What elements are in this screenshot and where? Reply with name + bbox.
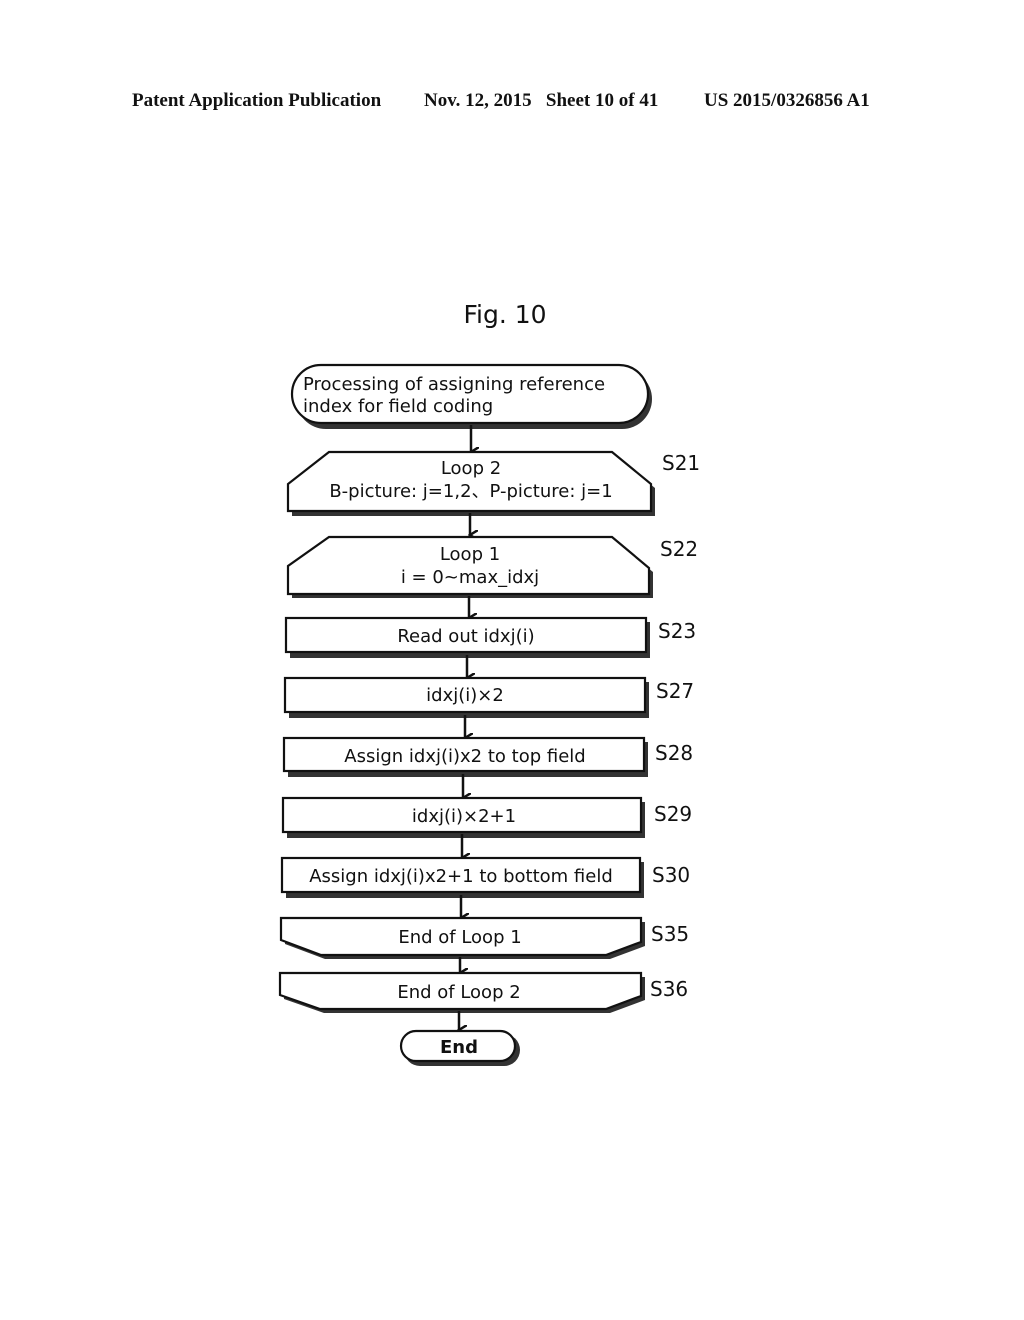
s28-label: S28: [655, 741, 693, 765]
s35-label: S35: [651, 922, 689, 946]
s29-text: idxj(i)×2+1: [412, 806, 516, 827]
s28-text: Assign idxj(i)x2 to top field: [344, 746, 585, 767]
end-terminal: End: [399, 1029, 520, 1066]
s21-text-line2: B-picture: j=1,2、P-picture: j=1: [329, 481, 612, 502]
step-s29: idxj(i)×2+1 S29: [281, 796, 692, 838]
step-s36: End of Loop 2 S36: [278, 971, 688, 1013]
s27-text: idxj(i)×2: [426, 685, 504, 706]
s29-label: S29: [654, 802, 692, 826]
s27-label: S27: [656, 679, 694, 703]
s30-text: Assign idxj(i)x2+1 to bottom field: [309, 866, 613, 887]
start-terminal: Processing of assigning reference index …: [290, 363, 652, 429]
start-text-line2: index for field coding: [303, 396, 493, 417]
s22-text-line1: Loop 1: [440, 544, 500, 565]
step-s23: Read out idxj(i) S23: [284, 616, 696, 658]
s21-text-line1: Loop 2: [441, 458, 501, 479]
step-s35: End of Loop 1 S35: [279, 916, 689, 959]
step-s21: Loop 2 B-picture: j=1,2、P-picture: j=1 S…: [286, 450, 700, 516]
step-s30: Assign idxj(i)x2+1 to bottom field S30: [280, 856, 690, 898]
step-s22: Loop 1 i = 0~max_idxj S22: [286, 535, 698, 598]
step-s28: Assign idxj(i)x2 to top field S28: [282, 736, 693, 777]
s23-label: S23: [658, 619, 696, 643]
start-text-line1: Processing of assigning reference: [303, 374, 605, 395]
s30-label: S30: [652, 863, 690, 887]
s22-text-line2: i = 0~max_idxj: [401, 567, 539, 588]
flowchart: Processing of assigning reference index …: [278, 363, 700, 1066]
s21-label: S21: [662, 451, 700, 475]
s23-text: Read out idxj(i): [397, 626, 534, 647]
s22-label: S22: [660, 537, 698, 561]
end-text: End: [440, 1037, 478, 1058]
s36-text: End of Loop 2: [397, 982, 520, 1003]
step-s27: idxj(i)×2 S27: [283, 676, 694, 718]
s35-text: End of Loop 1: [398, 927, 521, 948]
s36-label: S36: [650, 977, 688, 1001]
